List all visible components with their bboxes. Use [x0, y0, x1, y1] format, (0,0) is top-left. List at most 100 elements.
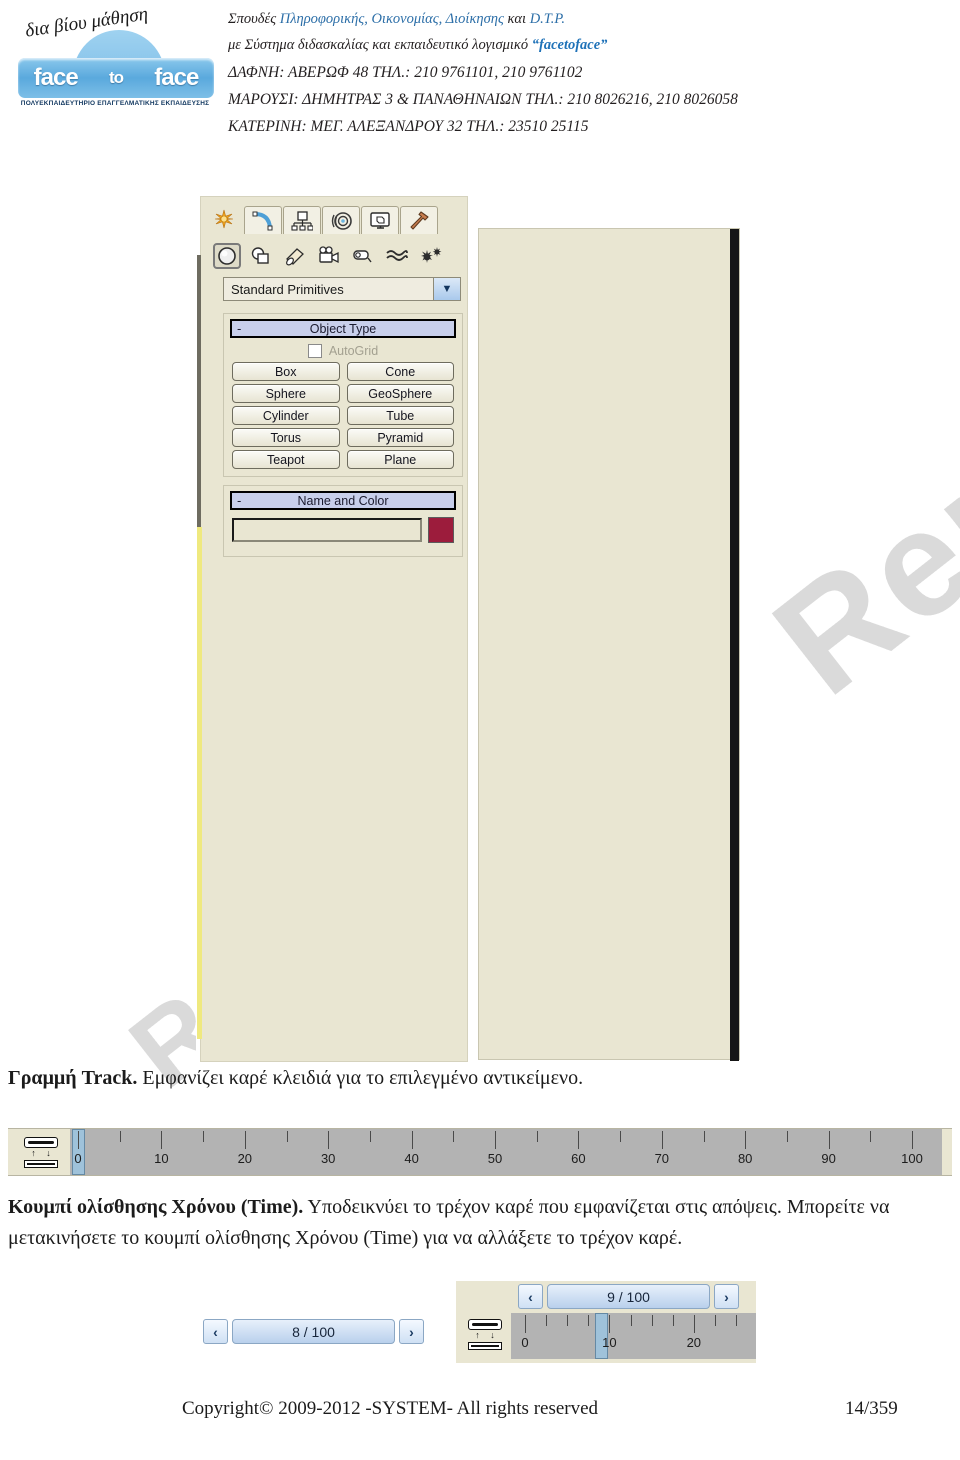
vertical-scrollbar[interactable]	[730, 229, 739, 1061]
panel-highlight-strip	[197, 527, 202, 1039]
geometry-icon[interactable]	[213, 243, 241, 269]
next-frame-button[interactable]: ›	[399, 1319, 424, 1344]
motion-tab[interactable]	[322, 206, 360, 234]
geosphere-button[interactable]: GeoSphere	[346, 384, 454, 403]
chevron-down-icon[interactable]: ▼	[433, 278, 460, 300]
ruler-tick	[161, 1131, 163, 1149]
ruler-tick	[536, 1131, 538, 1142]
ruler-tick	[495, 1131, 496, 1149]
caption-time-slider: Κουμπί ολίσθησης Χρόνου (Time). Υποδεικν…	[8, 1192, 952, 1254]
cameras-icon[interactable]	[315, 243, 343, 269]
mini-ruler-tick	[651, 1315, 653, 1326]
name-and-color-rollout: - Name and Color	[223, 485, 463, 557]
caption-trackbar: Γραμμή Track. Εμφανίζει καρέ κλειδιά για…	[8, 1063, 952, 1094]
systems-icon[interactable]	[417, 243, 445, 269]
track-bar[interactable]: ↑ ↓ 0 10 20 30 40 50 60 70 80 90 100	[8, 1128, 952, 1176]
facetoface-logo: δια βίου μάθηση face to face ΠΟΛΥΕΚΠΑΙΔΕ…	[8, 4, 218, 108]
display-tab[interactable]	[361, 206, 399, 234]
ruler-tick	[620, 1131, 622, 1142]
command-panel: Standard Primitives ▼ - Object Type Auto…	[197, 196, 468, 1062]
time-slider-a[interactable]: ‹ 8 / 100 ›	[203, 1318, 428, 1345]
logo-graphic: face to face	[18, 30, 214, 98]
ruler-label: 50	[487, 1151, 503, 1166]
open-mini-curve-editor-icon[interactable]: ↑ ↓	[24, 1137, 58, 1168]
time-slider-a-value[interactable]: 8 / 100	[232, 1319, 395, 1344]
mini-ruler-tick	[588, 1315, 590, 1326]
cylinder-button[interactable]: Cylinder	[232, 406, 340, 425]
prev-frame-button[interactable]: ‹	[203, 1319, 228, 1344]
next-frame-button[interactable]: ›	[714, 1284, 739, 1309]
ruler-tick	[661, 1131, 663, 1149]
logo-word-face-right: face	[154, 64, 199, 91]
logo-subtitle: ΠΟΛΥΕΚΠΑΙΔΕΥΤΗΡΙΟ ΕΠΑΓΓΕΛΜΑΤΙΚΗΣ ΕΚΠΑΙΔΕ…	[20, 100, 210, 107]
mini-ruler-tick	[546, 1315, 548, 1326]
ruler-label: 10	[154, 1151, 169, 1166]
header-line-2-part-a: με Σύστημα διδασκαλίας και εκπαιδευτικό …	[228, 37, 532, 53]
time-slider-b-value[interactable]: 9 / 100	[547, 1284, 710, 1309]
collapse-icon[interactable]: -	[237, 494, 241, 508]
box-button[interactable]: Box	[232, 362, 340, 381]
prev-frame-button[interactable]: ‹	[518, 1284, 543, 1309]
ruler-label: 20	[237, 1151, 253, 1166]
header-line-1-part-c: και	[503, 11, 530, 27]
watermark-right: Rem	[742, 385, 960, 729]
header-line-1-part-b: Πληροφορικής, Οικονομίας, Διοίκησης	[279, 11, 504, 27]
track-bar-ruler[interactable]: 0 10 20 30 40 50 60 70 80 90 100	[70, 1129, 942, 1175]
viewport-pane	[478, 228, 740, 1061]
copyright-text: Copyright© 2009-2012 -SYSTEM- All rights…	[182, 1398, 599, 1419]
mini-ruler-label: 0	[521, 1335, 529, 1350]
hierarchy-icon	[291, 210, 313, 231]
header-line-4: ΜΑΡΟΥΣΙ: ΔΗΜΗΤΡΑΣ 3 & ΠΑΝΑΘΗΝΑΙΩΝ ΤΗΛ.: …	[228, 91, 738, 108]
sphere-button[interactable]: Sphere	[232, 384, 340, 403]
mini-ruler-label: 10	[602, 1335, 617, 1350]
plane-button[interactable]: Plane	[346, 450, 454, 469]
page-footer: Copyright© 2009-2012 -SYSTEM- All rights…	[0, 1398, 960, 1438]
header-line-1: Σπουδές Πληροφορικής, Οικονομίας, Διοίκη…	[228, 6, 948, 32]
collapse-icon[interactable]: -	[237, 322, 241, 336]
modify-tab[interactable]	[244, 206, 282, 234]
autogrid-row[interactable]: AutoGrid	[224, 342, 462, 359]
motion-wheel-icon	[331, 211, 352, 230]
logo-wordmark: face to face	[18, 58, 214, 98]
header-line-5: ΚΑΤΕΡΙΝΗ: ΜΕΓ. ΑΛΕΞΑΝΔΡΟΥ 32 ΤΗΛ.: 23510…	[228, 118, 589, 135]
ruler-label: 30	[320, 1151, 336, 1166]
hierarchy-tab[interactable]	[283, 206, 321, 234]
ruler-tick	[703, 1131, 705, 1142]
primitives-dropdown[interactable]: Standard Primitives ▼	[223, 277, 461, 301]
lights-icon[interactable]	[281, 243, 309, 269]
ruler-tick	[578, 1131, 580, 1149]
page-number: 14/359	[845, 1398, 898, 1419]
create-tab[interactable]	[205, 203, 243, 234]
tube-button[interactable]: Tube	[346, 406, 454, 425]
ruler-tick	[870, 1131, 872, 1142]
open-mini-curve-editor-icon[interactable]: ↑ ↓	[468, 1319, 502, 1350]
object-name-input[interactable]	[232, 518, 422, 542]
caption-trackbar-title: Γραμμή Track.	[8, 1067, 138, 1089]
cone-button[interactable]: Cone	[346, 362, 454, 381]
ruler-tick	[453, 1131, 455, 1142]
time-slider-b[interactable]: ‹ 9 / 100 ›	[518, 1283, 743, 1310]
space-warps-icon[interactable]	[383, 243, 411, 269]
primitives-dropdown-value: Standard Primitives	[231, 281, 344, 297]
ruler-label: 100	[901, 1151, 923, 1166]
object-color-swatch[interactable]	[428, 517, 454, 543]
shapes-icon[interactable]	[247, 243, 275, 269]
ruler-label: 0	[74, 1151, 82, 1166]
name-and-color-header[interactable]: - Name and Color	[230, 491, 456, 510]
logo-word-to: to	[108, 68, 124, 87]
max-command-panel-screenshot: Standard Primitives ▼ - Object Type Auto…	[196, 196, 744, 1062]
teapot-button[interactable]: Teapot	[232, 450, 340, 469]
mini-ruler-tick	[714, 1315, 716, 1326]
helpers-icon[interactable]	[349, 243, 377, 269]
create-category-icons[interactable]	[213, 241, 463, 271]
pyramid-button[interactable]: Pyramid	[346, 428, 454, 447]
torus-button[interactable]: Torus	[232, 428, 340, 447]
autogrid-checkbox[interactable]	[307, 343, 322, 358]
object-type-title: Object Type	[309, 321, 377, 336]
mini-track-bar-ruler[interactable]: 0 10 20	[511, 1313, 756, 1359]
mini-ruler-label: 20	[686, 1335, 702, 1350]
command-panel-tabs[interactable]	[205, 200, 467, 234]
object-type-header[interactable]: - Object Type	[230, 319, 456, 338]
utilities-tab[interactable]	[400, 206, 438, 234]
mini-ruler-tick	[609, 1315, 611, 1333]
